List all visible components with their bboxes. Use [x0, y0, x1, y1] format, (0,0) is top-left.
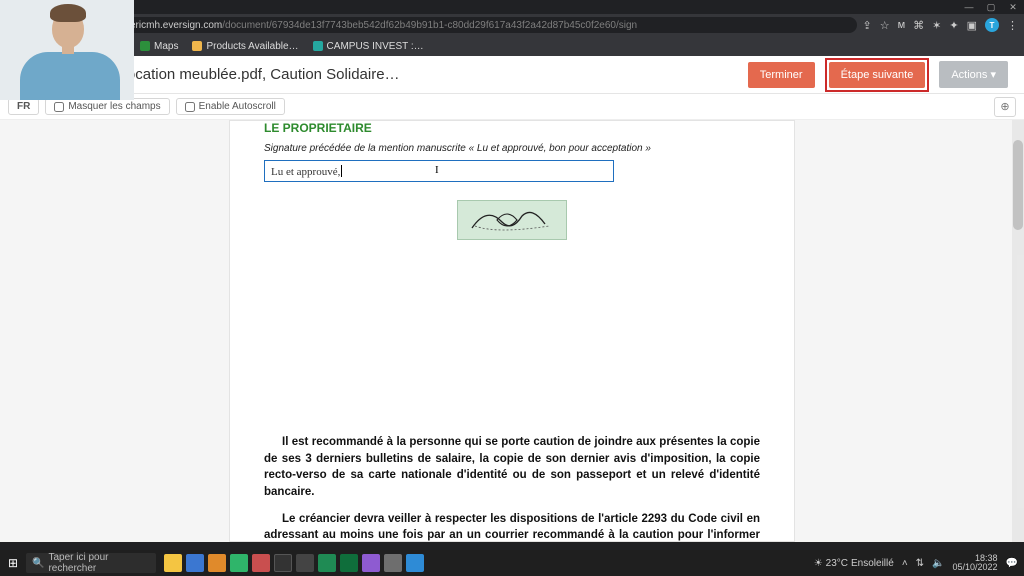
maps-icon — [140, 41, 150, 51]
etape-highlight: Étape suivante — [825, 58, 930, 92]
search-icon: 🔍 — [32, 558, 44, 569]
bookmark-products[interactable]: Products Available… — [192, 41, 298, 52]
share-icon[interactable]: ⇪ — [863, 19, 872, 32]
ext3-icon[interactable]: ✶ — [932, 19, 941, 32]
products-icon — [192, 41, 202, 51]
window-close-icon[interactable]: ✕ — [1008, 2, 1018, 13]
window-maximize-icon[interactable]: ▢ — [986, 2, 996, 13]
section-heading: LE PROPRIETAIRE — [264, 121, 760, 135]
document-toolbar: FR Masquer les champs Enable Autoscroll … — [0, 94, 1024, 120]
bookmark-maps[interactable]: Maps — [140, 41, 178, 52]
app-header: ument : Contrat location meublée.pdf, Ca… — [0, 56, 1024, 94]
mask-checkbox[interactable] — [54, 102, 64, 112]
text-caret-icon: I — [435, 164, 439, 176]
taskbar-search[interactable]: 🔍 Taper ici pour rechercher — [26, 553, 156, 573]
body-paragraph-1: Il est recommandé à la personne qui se p… — [264, 434, 760, 501]
window-titlebar: — ▢ ✕ — [0, 0, 1024, 14]
star-icon[interactable]: ☆ — [880, 19, 890, 32]
signature-icon — [467, 204, 557, 236]
bookmark-label: Products Available… — [206, 41, 298, 52]
actions-button[interactable]: Actions ▾ — [939, 61, 1008, 88]
terminer-button[interactable]: Terminer — [748, 62, 815, 88]
taskbar-app-icon[interactable] — [318, 554, 336, 572]
taskbar-apps — [164, 554, 424, 572]
bookmarks-bar: Maps Products Available… CAMPUS INVEST :… — [0, 36, 1024, 56]
notifications-icon[interactable]: 💬 — [1006, 558, 1018, 569]
taskbar-app-icon[interactable] — [208, 554, 226, 572]
bookmark-campus[interactable]: CAMPUS INVEST :… — [313, 41, 424, 52]
document-viewport: LE PROPRIETAIRE Signature précédée de la… — [0, 120, 1024, 542]
zoom-icon: ⊕ — [1000, 100, 1009, 113]
signature-box[interactable] — [457, 200, 567, 240]
mention-input[interactable]: Lu et approuvé, I — [264, 160, 614, 182]
taskbar-app-icon[interactable] — [230, 554, 248, 572]
taskbar-weather[interactable]: ☀ 23°C Ensoleillé — [814, 558, 894, 569]
language-label: FR — [17, 101, 30, 112]
windows-taskbar: ⊞ 🔍 Taper ici pour rechercher ☀ 23°C Ens… — [0, 550, 1024, 576]
tray-wifi-icon[interactable]: ⇅ — [916, 558, 924, 569]
taskbar-app-icon[interactable] — [274, 554, 292, 572]
taskbar-app-icon[interactable] — [406, 554, 424, 572]
weather-temp: 23°C — [826, 558, 848, 569]
clock-date: 05/10/2022 — [953, 563, 998, 572]
taskbar-clock[interactable]: 18:38 05/10/2022 — [953, 554, 998, 572]
taskbar-app-icon[interactable] — [340, 554, 358, 572]
profile-avatar-icon[interactable]: T — [985, 18, 999, 32]
ext1-icon[interactable]: ᴍ — [898, 19, 906, 31]
document-page: LE PROPRIETAIRE Signature précédée de la… — [229, 120, 795, 542]
zoom-button[interactable]: ⊕ — [994, 97, 1016, 117]
campus-icon — [313, 41, 323, 51]
presenter-webcam — [0, 0, 134, 100]
mask-label: Masquer les champs — [68, 101, 160, 112]
url-path: /document/67934de13f7743beb542df62b49b91… — [222, 20, 637, 31]
address-bar[interactable]: ericmh.eversign.com/document/67934de13f7… — [122, 17, 857, 33]
autoscroll-checkbox[interactable] — [185, 102, 195, 112]
input-value: Lu et approuvé, — [271, 166, 340, 178]
taskbar-app-icon[interactable] — [252, 554, 270, 572]
taskbar-app-icon[interactable] — [296, 554, 314, 572]
scrollbar-thumb[interactable] — [1013, 140, 1023, 230]
mention-text: Signature précédée de la mention manuscr… — [264, 143, 760, 154]
ext2-icon[interactable]: ⌘ — [913, 19, 924, 32]
taskbar-app-icon[interactable] — [362, 554, 380, 572]
language-selector[interactable]: FR — [8, 98, 39, 115]
notification-icon[interactable]: ▣ — [967, 19, 977, 32]
sun-icon: ☀ — [814, 558, 823, 569]
etape-suivante-button[interactable]: Étape suivante — [829, 62, 926, 88]
bookmark-label: CAMPUS INVEST :… — [327, 41, 424, 52]
bookmark-label: Maps — [154, 41, 178, 52]
search-placeholder: Taper ici pour rechercher — [48, 552, 150, 574]
text-cursor-icon — [341, 165, 342, 177]
weather-label: Ensoleillé — [851, 558, 894, 569]
browser-address-row: ← → ⟳ ericmh.eversign.com/document/67934… — [0, 14, 1024, 36]
body-paragraph-2: Le créancier devra veiller à respecter l… — [264, 511, 760, 542]
tray-chevron-icon[interactable]: ˄ — [902, 558, 908, 569]
url-host: ericmh.eversign.com — [130, 20, 222, 31]
puzzle-icon[interactable]: ✦ — [949, 19, 958, 32]
taskbar-app-icon[interactable] — [186, 554, 204, 572]
scrollbar-track[interactable] — [1012, 120, 1024, 542]
menu-dots-icon[interactable]: ⋮ — [1007, 19, 1018, 32]
taskbar-app-icon[interactable] — [384, 554, 402, 572]
window-minimize-icon[interactable]: — — [964, 2, 974, 12]
autoscroll-toggle[interactable]: Enable Autoscroll — [176, 98, 285, 115]
start-button[interactable]: ⊞ — [0, 550, 26, 576]
tray-sound-icon[interactable]: 🔈 — [932, 558, 944, 569]
taskbar-app-icon[interactable] — [164, 554, 182, 572]
autoscroll-label: Enable Autoscroll — [199, 101, 276, 112]
mask-fields-toggle[interactable]: Masquer les champs — [45, 98, 169, 115]
